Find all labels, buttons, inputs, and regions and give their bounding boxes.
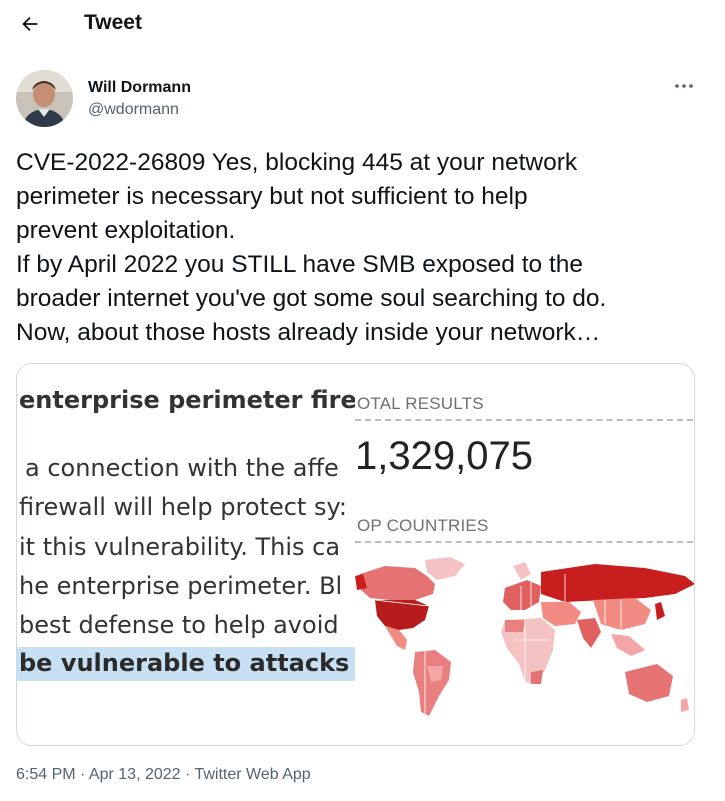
tweet-line: If by April 2022 you STILL have SMB expo… bbox=[16, 251, 584, 278]
more-button[interactable] bbox=[666, 72, 702, 100]
tweet-line: Now, about those hosts already inside yo… bbox=[16, 319, 601, 346]
more-horizontal-icon bbox=[675, 84, 693, 88]
tweet-line: perimeter is necessary but not sufficien… bbox=[16, 183, 528, 210]
top-bar: Tweet bbox=[0, 0, 725, 48]
tweet-text: CVE-2022-26809 Yes, blocking 445 at your… bbox=[16, 146, 706, 350]
author-handle[interactable]: @wdormann bbox=[88, 100, 179, 120]
total-results-value: 1,329,075 bbox=[355, 434, 533, 478]
divider bbox=[355, 419, 693, 421]
arrow-left-icon bbox=[22, 16, 38, 32]
advisory-heading: enterprise perimeter firev bbox=[19, 386, 355, 414]
back-button[interactable] bbox=[12, 6, 48, 42]
tweet-media-image[interactable]: enterprise perimeter firev a connection … bbox=[16, 363, 695, 746]
top-countries-label: OP COUNTRIES bbox=[357, 516, 489, 535]
advisory-line: it this vulnerability. This ca bbox=[19, 533, 341, 561]
total-results-label: OTAL RESULTS bbox=[357, 394, 484, 413]
tweet-line: broader internet you've got some soul se… bbox=[16, 285, 607, 312]
advisory-line: best defense to help avoid bbox=[19, 611, 339, 639]
tweet-timestamp[interactable]: 6:54 PM · Apr 13, 2022 · Twitter Web App bbox=[16, 766, 311, 784]
author-name[interactable]: Will Dormann bbox=[88, 78, 191, 98]
scan-stats: OTAL RESULTS 1,329,075 OP COUNTRIES bbox=[355, 364, 694, 745]
world-heatmap bbox=[355, 557, 694, 716]
advisory-line: he enterprise perimeter. Bl bbox=[19, 572, 343, 600]
advisory-excerpt: enterprise perimeter firev a connection … bbox=[17, 364, 355, 745]
advisory-line: a connection with the affe bbox=[25, 454, 339, 482]
advisory-highlight: be vulnerable to attacks f bbox=[17, 647, 355, 681]
divider bbox=[355, 541, 693, 543]
avatar-photo bbox=[16, 70, 73, 127]
tweet-line: prevent exploitation. bbox=[16, 217, 236, 244]
avatar[interactable] bbox=[16, 70, 73, 127]
page-title: Tweet bbox=[84, 11, 142, 34]
tweet-line: CVE-2022-26809 Yes, blocking 445 at your… bbox=[16, 149, 578, 176]
advisory-line: firewall will help protect sy: bbox=[19, 493, 348, 521]
